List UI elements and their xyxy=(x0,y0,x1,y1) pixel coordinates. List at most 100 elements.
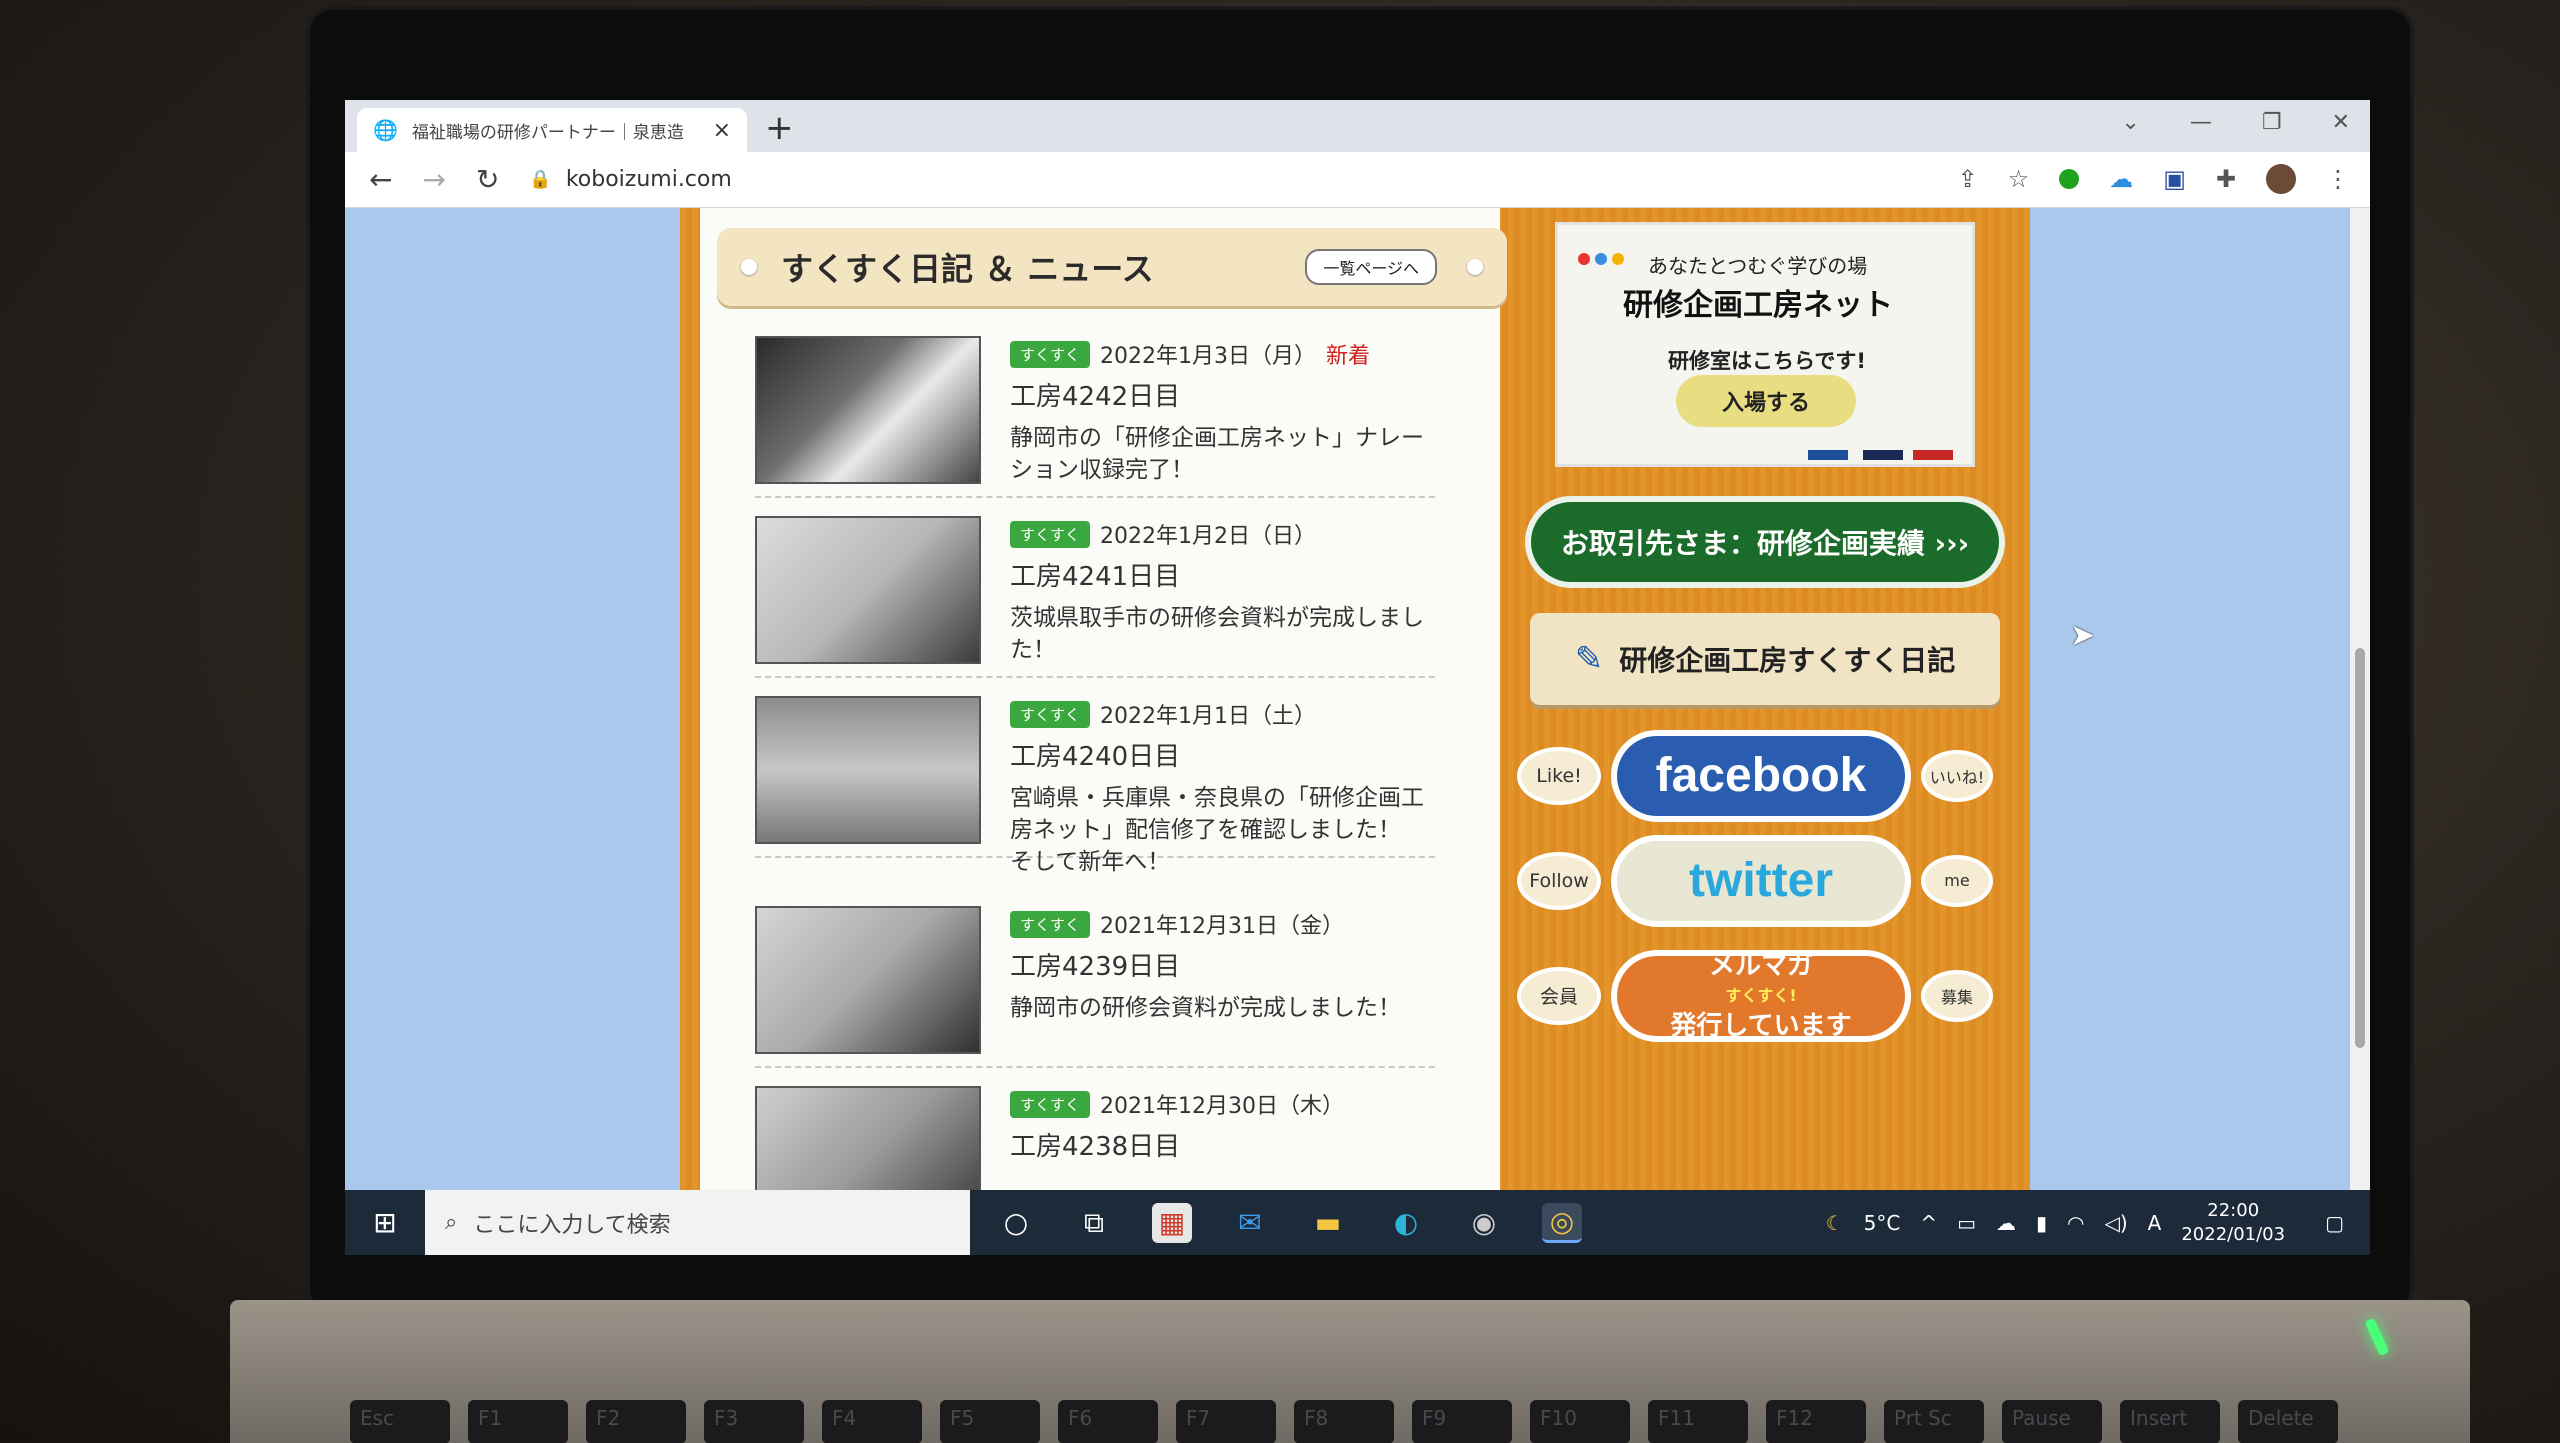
tab-search-icon[interactable]: ⌄ xyxy=(2121,110,2139,135)
restore-icon[interactable]: ❐ xyxy=(2262,110,2282,135)
tray-chevron-icon[interactable]: ^ xyxy=(1920,1211,1937,1235)
keyboard-key: Pause xyxy=(2002,1400,2102,1443)
windows-taskbar: ⊞ ⌕ ここに入力して検索 ○ ⧉ ▦ ✉ ▬ ◐ ◉ ◎ ☾ 5°C ^ ▭ … xyxy=(345,1190,2370,1255)
news-item[interactable]: すくすく 2022年1月2日（日） 工房4241日目 茨城県取手市の研修会資料が… xyxy=(755,508,1435,678)
task-view-icon[interactable]: ⧉ xyxy=(1074,1203,1114,1243)
recruit-bubble: 募集 xyxy=(1921,969,1993,1022)
edge-icon[interactable]: ◐ xyxy=(1386,1203,1426,1243)
category-tag[interactable]: すくすく xyxy=(1010,520,1091,548)
scrollbar-thumb[interactable] xyxy=(2355,648,2365,1048)
mouse-cursor-icon: ➤ xyxy=(2070,618,2096,653)
store-icon[interactable]: ▦ xyxy=(1152,1202,1192,1243)
category-tag[interactable]: すくすく xyxy=(1010,340,1091,368)
pin-icon xyxy=(741,259,757,275)
windows-start-icon[interactable]: ⊞ xyxy=(345,1206,425,1239)
keyboard-row: Esc F1 F2 F3 F4 F5 F6 F7 F8 F9 F10 F11 F12 Prt Sc Paus… xyxy=(350,1400,2338,1443)
news-link[interactable]: 茨城県取手市の研修会資料が完成しました！ xyxy=(1010,602,1430,666)
menu-kebab-icon[interactable]: ⋮ xyxy=(2326,165,2350,193)
mailmagazine-logo[interactable]: メルマガ すくすく! 発行しています xyxy=(1611,949,1911,1042)
file-explorer-icon[interactable]: ▬ xyxy=(1308,1203,1348,1243)
battery-icon[interactable]: ▮ xyxy=(2036,1211,2047,1235)
volume-icon[interactable]: ◁) xyxy=(2104,1211,2127,1235)
news-list-button[interactable]: 一覧ページへ xyxy=(1305,249,1437,285)
decor-bar xyxy=(1913,450,1953,460)
news-day-count: 工房4242日目 xyxy=(1010,382,1181,412)
news-thumbnail[interactable] xyxy=(755,516,981,664)
onedrive-icon[interactable]: ☁ xyxy=(1996,1211,2016,1235)
tab-title: 福祉職場の研修パートナー｜泉恵造 xyxy=(411,122,684,143)
facebook-banner[interactable]: Like! facebook いいね! xyxy=(1517,728,2007,823)
reload-button[interactable]: ↻ xyxy=(476,163,499,196)
news-thumbnail[interactable] xyxy=(755,696,981,844)
bookmark-star-icon[interactable]: ☆ xyxy=(2008,165,2030,193)
wifi-icon[interactable]: ◠ xyxy=(2067,1211,2084,1235)
keyboard-key: F5 xyxy=(940,1400,1040,1443)
extension-green-icon[interactable] xyxy=(2059,169,2080,189)
clock-date: 2022/01/03 xyxy=(2181,1223,2286,1245)
keyboard-key: Prt Sc xyxy=(1884,1400,1984,1443)
category-tag[interactable]: すくすく xyxy=(1010,910,1091,938)
globe-icon: 🌐 xyxy=(373,118,398,142)
search-placeholder: ここに入力して検索 xyxy=(473,1212,671,1238)
category-tag[interactable]: すくすく xyxy=(1010,1090,1091,1118)
news-item[interactable]: すくすく 2021年12月30日（木） 工房4238日目 xyxy=(755,1078,1435,1190)
news-item[interactable]: すくすく 2022年1月3日（月） 新着 工房4242日目 静岡市の「研修企画工… xyxy=(755,328,1435,498)
news-link[interactable]: 宮崎県・兵庫県・奈良県の「研修企画工房ネット」配信修了を確認しました！ そして新… xyxy=(1010,782,1430,878)
clients-record-button[interactable]: お取引先さま：研修企画実績 ››› xyxy=(1525,496,2005,588)
cortana-icon[interactable]: ○ xyxy=(996,1203,1036,1243)
diary-button[interactable]: ✎ 研修企画工房すくすく日記 xyxy=(1530,613,2000,705)
weather-moon-icon[interactable]: ☾ xyxy=(1826,1211,1844,1235)
forward-button[interactable]: → xyxy=(422,163,445,196)
extensions-puzzle-icon[interactable]: ✚ xyxy=(2216,165,2236,193)
minimize-icon[interactable]: — xyxy=(2190,110,2212,135)
taskbar-search[interactable]: ⌕ ここに入力して検索 xyxy=(425,1190,970,1255)
news-thumbnail[interactable] xyxy=(755,336,981,484)
twitter-me-bubble: me xyxy=(1921,854,1993,907)
enter-button[interactable]: 入場する xyxy=(1676,375,1856,427)
ime-indicator[interactable]: A xyxy=(2148,1211,2162,1235)
meet-icon[interactable]: ▭ xyxy=(1957,1211,1976,1235)
mail-icon[interactable]: ✉ xyxy=(1230,1203,1270,1243)
category-tag[interactable]: すくすく xyxy=(1010,700,1091,728)
weather-temp[interactable]: 5°C xyxy=(1864,1211,1901,1235)
extension-app-icon[interactable]: ▣ xyxy=(2163,165,2186,193)
facebook-logo[interactable]: facebook xyxy=(1611,729,1911,822)
decor-bar xyxy=(1863,450,1903,460)
back-button[interactable]: ← xyxy=(369,163,392,196)
close-icon[interactable]: ✕ xyxy=(2332,110,2350,135)
camera-icon[interactable]: ◉ xyxy=(1464,1203,1504,1243)
news-date: 2021年12月30日（木） xyxy=(1100,1094,1344,1119)
browser-tab[interactable]: 🌐 福祉職場の研修パートナー｜泉恵造 × xyxy=(357,108,747,152)
chrome-icon[interactable]: ◎ xyxy=(1542,1202,1582,1243)
twitter-banner[interactable]: Follow twitter me xyxy=(1517,833,2007,928)
page-scrollbar[interactable] xyxy=(2350,208,2370,1190)
news-day-count: 工房4240日目 xyxy=(1010,742,1181,772)
tab-close-button[interactable]: × xyxy=(713,118,731,143)
training-net-banner[interactable]: あなたとつむぐ学びの場 研修企画工房ネット 研修室はこちらです! 入場する xyxy=(1555,222,1975,467)
taskbar-clock[interactable]: 22:00 2022/01/03 xyxy=(2181,1199,2285,1247)
address-bar[interactable]: 🔒 koboizumi.com xyxy=(529,167,731,192)
keyboard-key: F7 xyxy=(1176,1400,1276,1443)
news-thumbnail[interactable] xyxy=(755,1086,981,1190)
notification-icon[interactable]: ▢ xyxy=(2325,1211,2344,1235)
keyboard-key: F1 xyxy=(468,1400,568,1443)
news-date: 2022年1月3日（月） xyxy=(1100,344,1316,369)
keyboard-key: Delete xyxy=(2238,1400,2338,1443)
news-item[interactable]: すくすく 2021年12月31日（金） 工房4239日目 静岡市の研修会資料が完… xyxy=(755,898,1435,1068)
news-link[interactable]: 静岡市の「研修企画工房ネット」ナレーション収録完了！ xyxy=(1010,422,1430,486)
keyboard-key: F10 xyxy=(1530,1400,1630,1443)
mailmagazine-line2: 発行しています xyxy=(1670,1010,1852,1041)
promo-title: 研修企画工房ネット xyxy=(1623,288,1893,323)
extension-cloud-icon[interactable]: ☁ xyxy=(2109,165,2133,193)
diary-label: 研修企画工房すくすく日記 xyxy=(1619,644,1956,677)
news-item[interactable]: すくすく 2022年1月1日（土） 工房4240日目 宮崎県・兵庫県・奈良県の「… xyxy=(755,688,1435,875)
mailmagazine-banner[interactable]: 会員 メルマガ すくすく! 発行しています 募集 xyxy=(1517,948,2007,1043)
keyboard-key: F9 xyxy=(1412,1400,1512,1443)
news-link[interactable]: 静岡市の研修会資料が完成しました！ xyxy=(1010,992,1430,1024)
news-thumbnail[interactable] xyxy=(755,906,981,1054)
keyboard-key: F2 xyxy=(586,1400,686,1443)
profile-avatar[interactable] xyxy=(2266,164,2296,194)
new-tab-button[interactable]: + xyxy=(765,108,794,148)
twitter-logo[interactable]: twitter xyxy=(1611,834,1911,927)
share-icon[interactable]: ⇪ xyxy=(1958,165,1978,193)
